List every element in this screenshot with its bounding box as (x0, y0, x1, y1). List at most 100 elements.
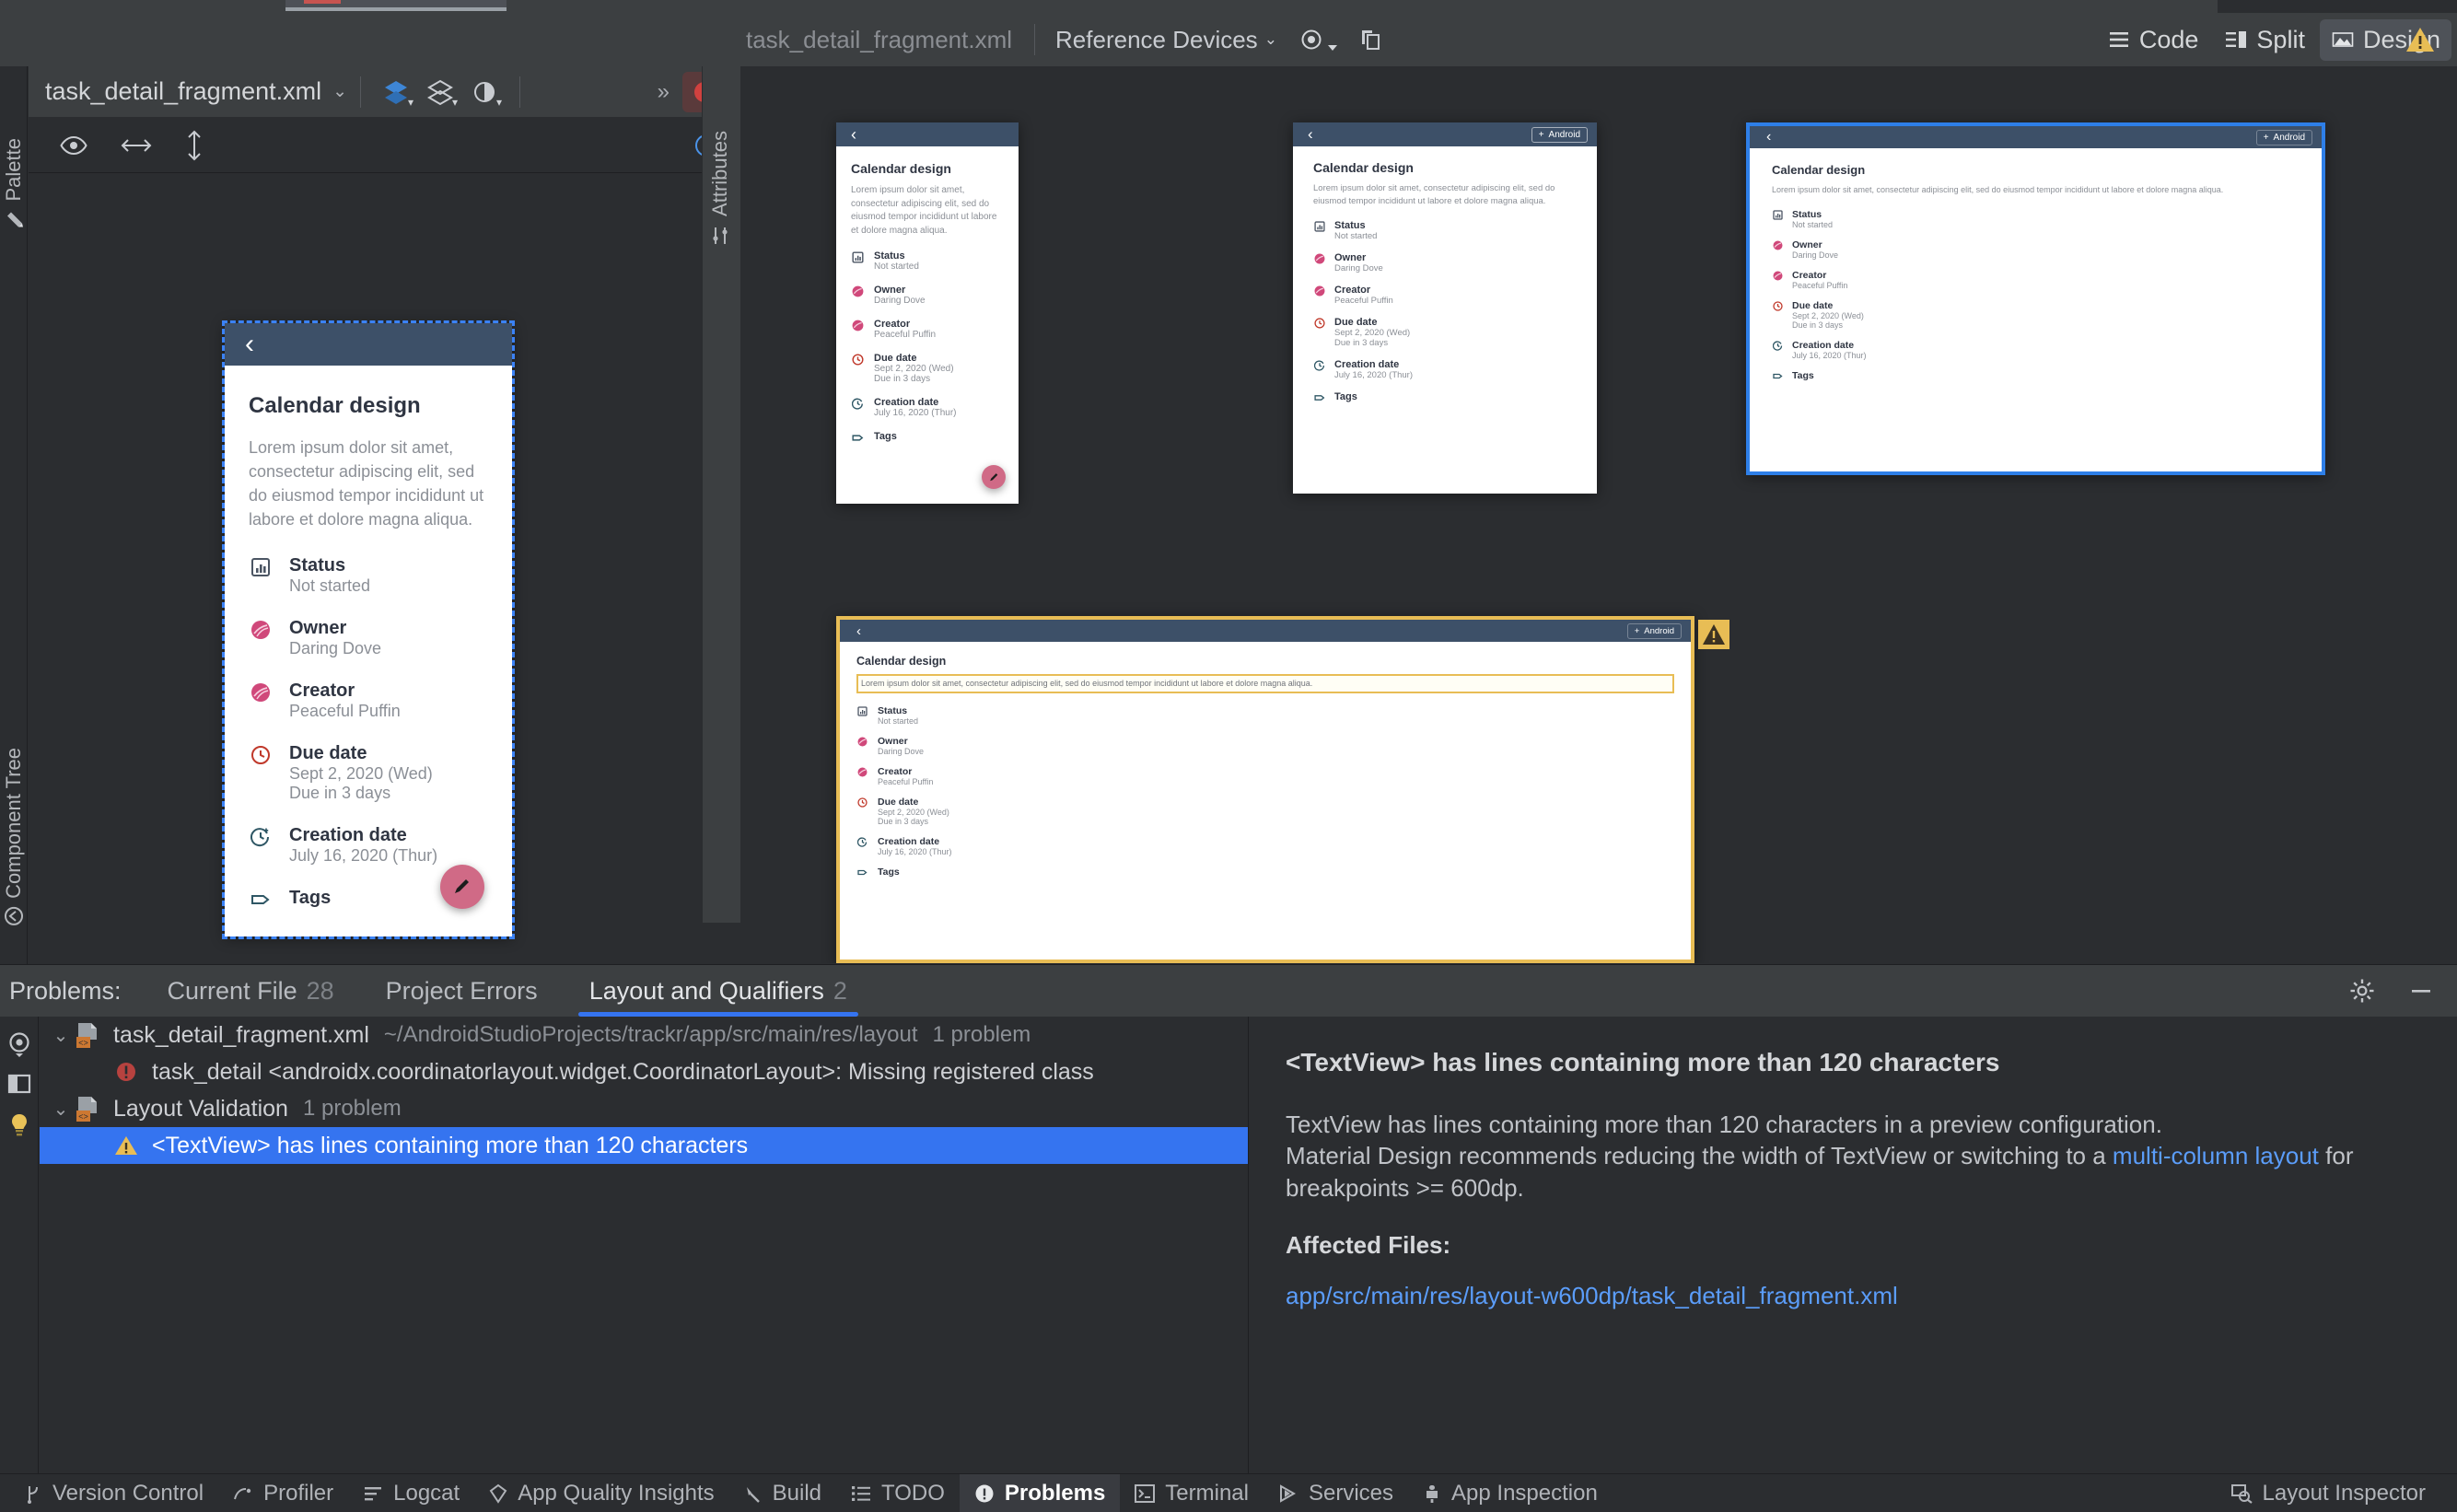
status-chart-icon (856, 705, 868, 717)
editor-warning-indicator[interactable] (2405, 26, 2435, 53)
status-item-layout-inspector[interactable]: Layout Inspector (2216, 1474, 2440, 1512)
affected-file-link[interactable]: app/src/main/res/layout-w600dp/task_deta… (1286, 1282, 2420, 1310)
tab-code[interactable]: Code (2096, 19, 2210, 61)
chevron-down-icon[interactable]: ⌄ (332, 81, 347, 102)
detail-row-status: Status Not started (856, 705, 1674, 726)
status-item-app-inspection[interactable]: App Inspection (1408, 1474, 1613, 1512)
add-android-button[interactable]: + Android (1626, 622, 1682, 639)
split-view-icon[interactable] (6, 1070, 33, 1098)
detail-row-text: Creator Peaceful Puffin (878, 766, 933, 786)
chevron-down-icon[interactable]: ⌄ (47, 1024, 75, 1047)
preview-phone-1[interactable]: ‹ Calendar design Lorem ipsum dolor sit … (836, 122, 1019, 504)
sidebar-item-palette[interactable]: Palette (0, 138, 28, 229)
detail-row-text: Tags (1792, 370, 1814, 381)
status-item-problems[interactable]: Problems (959, 1473, 1121, 1512)
todo-list-icon (851, 1484, 871, 1503)
reference-devices-dropdown[interactable]: Reference Devices ⌄ (1055, 26, 1277, 54)
layers-button[interactable]: ▾ (374, 73, 418, 111)
edit-fab-button[interactable] (440, 865, 484, 909)
tree-row-file[interactable]: ⌄ <> task_detail_fragment.xml ~/AndroidS… (40, 1017, 1248, 1053)
task-title: Calendar design (1772, 163, 1866, 177)
clock-due-icon (1313, 317, 1326, 330)
clock-due-icon (1772, 300, 1784, 312)
status-item-version-control[interactable]: Version Control (9, 1474, 218, 1512)
tree-row-group-count: 1 problem (302, 1096, 402, 1121)
status-item-services[interactable]: Services (1263, 1474, 1408, 1512)
tab-split[interactable]: Split (2213, 19, 2316, 61)
detail-row-creation-date: Creation date July 16, 2020 (Thur) (856, 836, 1674, 856)
problem-detail-body: TextView has lines containing more than … (1286, 1109, 2420, 1204)
status-item-build[interactable]: Build (729, 1474, 836, 1512)
sidebar-item-component-tree[interactable]: Component Tree (0, 748, 28, 926)
status-item-terminal[interactable]: Terminal (1120, 1474, 1263, 1512)
preview-w600dp-warning[interactable]: ‹ + Android Calendar design Lorem ipsum … (836, 616, 1694, 963)
task-description-highlighted[interactable]: Lorem ipsum dolor sit amet, consectetur … (856, 674, 1674, 693)
problems-tree[interactable]: ⌄ <> task_detail_fragment.xml ~/AndroidS… (40, 1017, 1248, 1474)
lightbulb-icon[interactable] (6, 1111, 33, 1138)
status-item-todo[interactable]: TODO (836, 1474, 960, 1512)
duplicate-layouts-button[interactable] (1357, 26, 1384, 53)
problems-header: Problems: Current File 28 Project Errors… (0, 965, 2457, 1017)
inspection-target-icon[interactable] (6, 1029, 33, 1057)
design-canvas[interactable]: ‹ Calendar design Lorem ipsum dolor sit … (29, 174, 739, 1088)
tab-current-file[interactable]: Current File 28 (162, 965, 340, 1017)
visibility-eye-button[interactable] (1298, 26, 1338, 53)
horizontal-resize-icon[interactable] (121, 136, 152, 155)
device-body: Calendar design Lorem ipsum dolor sit am… (1293, 146, 1597, 494)
tree-row-group-label: Layout Validation (113, 1095, 288, 1122)
detail-row-text: Due date Sept 2, 2020 (Wed) Due in 3 day… (878, 797, 949, 826)
tab-layout-and-qualifiers[interactable]: Layout and Qualifiers 2 (577, 965, 859, 1017)
detail-value: Not started (1792, 219, 1834, 229)
detail-row-text: Creator Peaceful Puffin (1792, 270, 1847, 290)
edit-fab-button[interactable] (982, 465, 1006, 489)
status-item-logcat[interactable]: Logcat (348, 1474, 474, 1512)
detail-row-creator: Creator Peaceful Puffin (249, 680, 488, 721)
toolbar-overflow-button[interactable]: » (658, 79, 670, 105)
theme-contrast-button[interactable]: ▾ (462, 73, 507, 111)
sidebar-item-attributes[interactable]: Attributes (708, 131, 732, 246)
back-chevron-icon[interactable]: ‹ (856, 623, 861, 639)
preview-editor-phone[interactable]: ‹ Calendar design Lorem ipsum dolor sit … (222, 320, 515, 939)
error-circle-icon (113, 1059, 139, 1085)
settings-gear-icon[interactable] (2348, 977, 2376, 1005)
preview-phone-2[interactable]: ‹ + Android Calendar design Lorem ipsum … (1293, 122, 1597, 494)
tree-row-group[interactable]: ⌄ <> Layout Validation 1 problem (40, 1090, 1248, 1127)
preview-warning-badge[interactable] (1698, 620, 1729, 649)
chevron-down-icon[interactable]: ⌄ (47, 1098, 75, 1121)
status-item-profiler[interactable]: Profiler (218, 1474, 348, 1512)
blueprint-mode-button[interactable]: ▾ (418, 73, 462, 111)
back-chevron-icon[interactable]: ‹ (245, 329, 254, 360)
status-item-app-quality-insights[interactable]: App Quality Insights (474, 1474, 728, 1512)
detail-value: Daring Dove (1334, 262, 1383, 273)
back-chevron-icon[interactable]: ‹ (1308, 125, 1313, 144)
sidebar-item-palette-label: Palette (2, 138, 25, 202)
tree-row-problem-warning[interactable]: <TextView> has lines containing more tha… (40, 1127, 1248, 1164)
layout-inspector-icon (2230, 1483, 2253, 1504)
back-chevron-icon[interactable]: ‹ (851, 125, 856, 145)
preview-tablet-wide[interactable]: ‹ + Android Calendar design Lorem ipsum … (1746, 122, 2325, 475)
device-app-bar: ‹ (836, 122, 1019, 146)
detail-row-text: Creation date July 16, 2020 (Thur) (878, 836, 952, 856)
detail-value-secondary: Due in 3 days (1334, 337, 1389, 348)
tree-row-problem-error[interactable]: task_detail <androidx.coordinatorlayout.… (40, 1053, 1248, 1090)
multi-preview-surface[interactable]: ‹ Calendar design Lorem ipsum dolor sit … (740, 107, 2457, 963)
branch-icon (24, 1483, 42, 1504)
hammer-icon (744, 1483, 763, 1504)
status-bar: Version Control Profiler Logcat App Qual… (0, 1473, 2457, 1512)
terminal-icon (1135, 1483, 1156, 1503)
services-play-icon (1278, 1483, 1298, 1504)
tag-icon (851, 431, 865, 445)
back-chevron-icon[interactable]: ‹ (1766, 129, 1771, 145)
tab-project-errors[interactable]: Project Errors (380, 965, 543, 1017)
detail-value: Sept 2, 2020 (Wed) (289, 764, 433, 784)
multi-column-layout-link[interactable]: multi-column layout (2113, 1142, 2319, 1169)
vertical-resize-icon[interactable] (185, 130, 204, 161)
add-android-button[interactable]: + Android (2255, 129, 2312, 145)
android-studio-window: Code Split Design task_detail_fragment.x… (0, 0, 2457, 1512)
minimize-icon[interactable] (2407, 977, 2435, 1005)
left-tool-window-strip: Palette Component Tree (0, 66, 28, 976)
edit-pencil-icon (988, 471, 1000, 483)
eye-icon[interactable] (60, 135, 87, 156)
detail-value: Sept 2, 2020 (Wed) (1334, 327, 1411, 338)
add-android-button[interactable]: + Android (1531, 126, 1588, 143)
